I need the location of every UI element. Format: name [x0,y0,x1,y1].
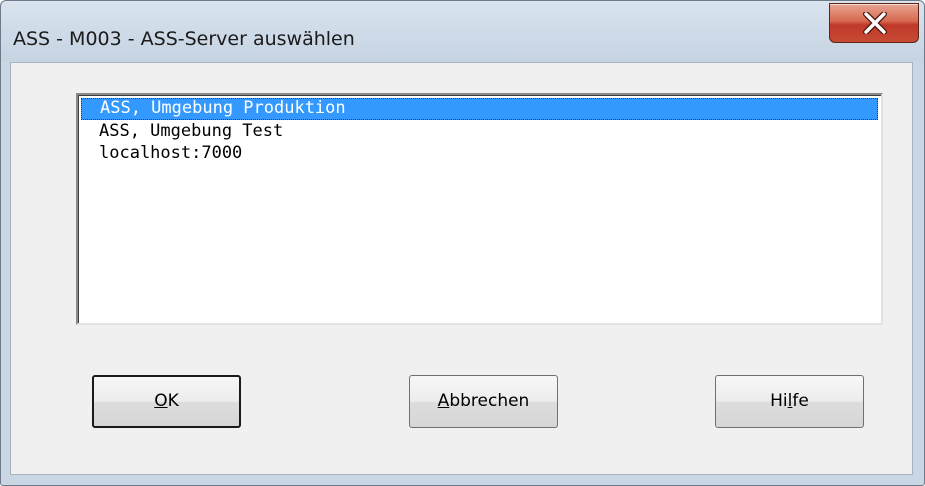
dialog-window: ASS - M003 - ASS-Server auswählen ASS, U… [0,0,925,486]
server-listbox[interactable]: ASS, Umgebung Produktion ASS, Umgebung T… [76,93,883,325]
cancel-button[interactable]: Abbrechen [409,375,558,428]
list-item-server-localhost[interactable]: localhost:7000 [81,143,878,165]
cancel-label-rest: bbrechen [449,391,530,411]
close-x-icon [863,12,887,34]
cancel-mnemonic: A [437,391,450,411]
dialog-client-area: ASS, Umgebung Produktion ASS, Umgebung T… [10,62,913,475]
title-bar[interactable]: ASS - M003 - ASS-Server auswählen [1,1,924,61]
help-label-rest: fe [792,391,809,411]
list-item-server-test[interactable]: ASS, Umgebung Test [81,121,878,143]
close-button[interactable] [829,3,919,43]
help-button[interactable]: Hilfe [715,375,864,428]
ok-button[interactable]: OK [92,375,241,428]
list-item-server-production[interactable]: ASS, Umgebung Produktion [81,98,878,120]
window-title: ASS - M003 - ASS-Server auswählen [13,28,355,50]
help-label-start: Hi [770,391,788,411]
ok-mnemonic: O [154,391,168,411]
ok-label-rest: K [167,391,179,411]
